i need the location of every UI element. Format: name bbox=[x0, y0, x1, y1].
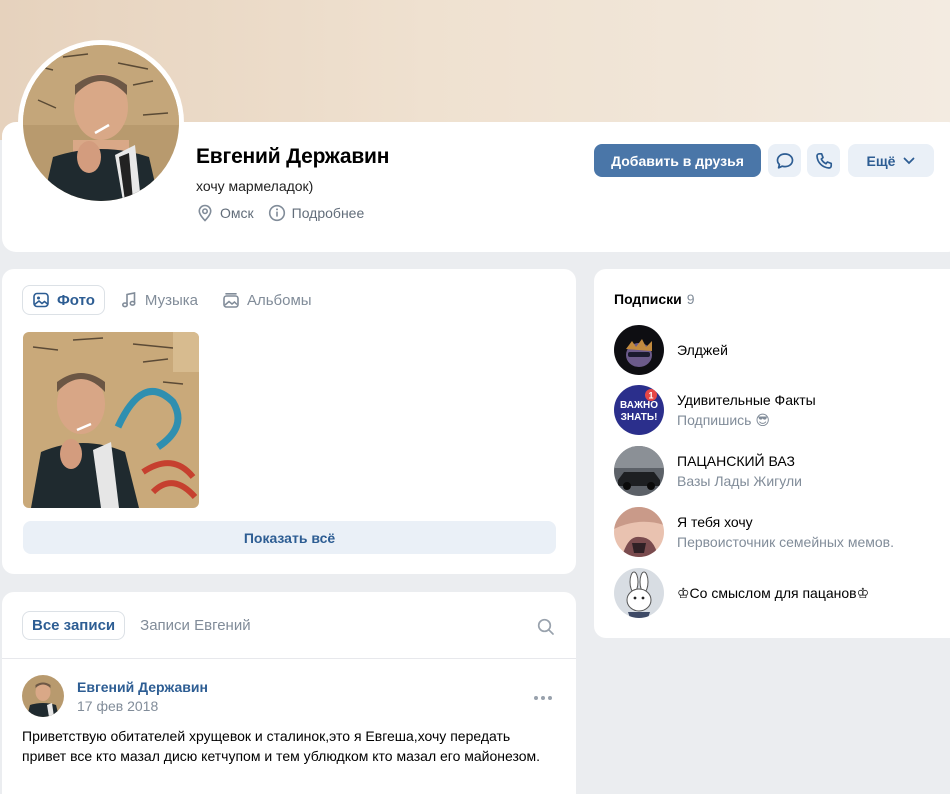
location-pin-icon bbox=[198, 204, 212, 222]
post-menu-button[interactable] bbox=[533, 688, 553, 706]
tab-photos[interactable]: Фото bbox=[22, 285, 105, 315]
profile-meta: Омск Подробнее bbox=[196, 204, 378, 222]
subscription-item[interactable]: ПАЦАНСКИЙ ВАЗ Вазы Лады Жигули bbox=[614, 446, 802, 496]
wall-tabs: Все записи Записи Евгений bbox=[22, 611, 266, 640]
subscription-name: Я тебя хочу bbox=[677, 513, 753, 530]
more-horizontal-icon bbox=[534, 696, 552, 700]
subscription-item[interactable]: Элджей bbox=[614, 325, 728, 375]
more-button-label: Ещё bbox=[866, 152, 896, 169]
subscription-desc: Подпишись 😎 bbox=[677, 411, 770, 428]
wall-card: Все записи Записи Евгений Евгений Держав… bbox=[2, 592, 576, 794]
media-tabs: Фото Музыка Альбомы bbox=[22, 285, 327, 315]
photo-image bbox=[23, 332, 199, 508]
avatar-text-line-1: ВАЖНО bbox=[620, 400, 658, 411]
subscription-desc: Вазы Лады Жигули bbox=[677, 472, 802, 489]
subscription-name: Элджей bbox=[677, 341, 728, 358]
phone-icon bbox=[815, 152, 832, 169]
music-note-icon bbox=[121, 292, 136, 308]
tab-albums-label: Альбомы bbox=[246, 291, 312, 309]
subscription-avatar bbox=[614, 325, 664, 375]
profile-avatar[interactable] bbox=[18, 40, 184, 206]
profile-status: хочу мармеладок) bbox=[196, 178, 314, 194]
media-card: Фото Музыка Альбомы Показать всё bbox=[2, 269, 576, 574]
info-icon bbox=[268, 204, 285, 222]
photo-thumbnail[interactable] bbox=[23, 332, 199, 508]
post-text: Приветствую обитателей хрущевок и сталин… bbox=[22, 728, 541, 764]
subscription-name: Удивительные Факты bbox=[677, 391, 816, 408]
show-all-button[interactable]: Показать всё bbox=[23, 521, 556, 554]
subscriptions-card: Подписки 9 Элджей ВАЖНО ЗНАТЬ! 1 Удивите… bbox=[594, 269, 950, 638]
subscriptions-title[interactable]: Подписки 9 bbox=[614, 291, 695, 307]
search-icon bbox=[537, 618, 554, 635]
chat-bubble-icon bbox=[776, 152, 793, 169]
profile-name: Евгений Державин bbox=[196, 145, 390, 168]
subscription-item[interactable]: ♔Со смыслом для пацанов♔ bbox=[614, 568, 869, 618]
subscription-name: ПАЦАНСКИЙ ВАЗ bbox=[677, 452, 795, 469]
subscriptions-label: Подписки bbox=[614, 291, 682, 307]
subscription-desc: Первоисточник семейных мемов. bbox=[677, 533, 894, 550]
image-icon bbox=[33, 292, 49, 308]
subscriptions-count: 9 bbox=[686, 291, 695, 307]
subscription-item[interactable]: ВАЖНО ЗНАТЬ! 1 Удивительные Факты Подпиш… bbox=[614, 385, 816, 435]
add-friend-button[interactable]: Добавить в друзья bbox=[594, 144, 761, 177]
subscription-name: ♔Со смыслом для пацанов♔ bbox=[677, 584, 870, 601]
city-label: Омск bbox=[220, 205, 254, 221]
more-info-link[interactable]: Подробнее bbox=[268, 204, 365, 222]
tab-photos-label: Фото bbox=[57, 291, 95, 309]
notification-badge: 1 bbox=[648, 391, 653, 401]
subscription-avatar bbox=[614, 446, 664, 496]
tab-music[interactable]: Музыка bbox=[111, 285, 207, 315]
message-button[interactable] bbox=[768, 144, 801, 177]
call-button[interactable] bbox=[807, 144, 840, 177]
subscription-avatar bbox=[614, 507, 664, 557]
subscription-avatar: ВАЖНО ЗНАТЬ! 1 bbox=[614, 385, 664, 435]
avatar-text-line-2: ЗНАТЬ! bbox=[621, 412, 658, 423]
subscription-item[interactable]: Я тебя хочу Первоисточник семейных мемов… bbox=[614, 507, 894, 557]
chevron-down-icon bbox=[904, 157, 915, 164]
post-author-avatar[interactable] bbox=[22, 675, 64, 717]
tab-music-label: Музыка bbox=[144, 291, 198, 309]
subscription-avatar bbox=[614, 568, 664, 618]
post-author-name[interactable]: Евгений Державин bbox=[77, 679, 208, 695]
albums-icon bbox=[223, 293, 239, 308]
avatar-photo bbox=[23, 45, 179, 201]
post-date[interactable]: 17 фев 2018 bbox=[77, 698, 158, 714]
more-button[interactable]: Ещё bbox=[848, 144, 934, 177]
wall-search-button[interactable] bbox=[537, 618, 555, 641]
tab-all-posts[interactable]: Все записи bbox=[22, 611, 126, 640]
tab-albums[interactable]: Альбомы bbox=[213, 285, 321, 315]
divider bbox=[2, 658, 576, 659]
more-info-label: Подробнее bbox=[291, 205, 365, 221]
city-info: Омск bbox=[196, 204, 254, 222]
tab-owner-posts[interactable]: Записи Евгений bbox=[131, 611, 259, 640]
